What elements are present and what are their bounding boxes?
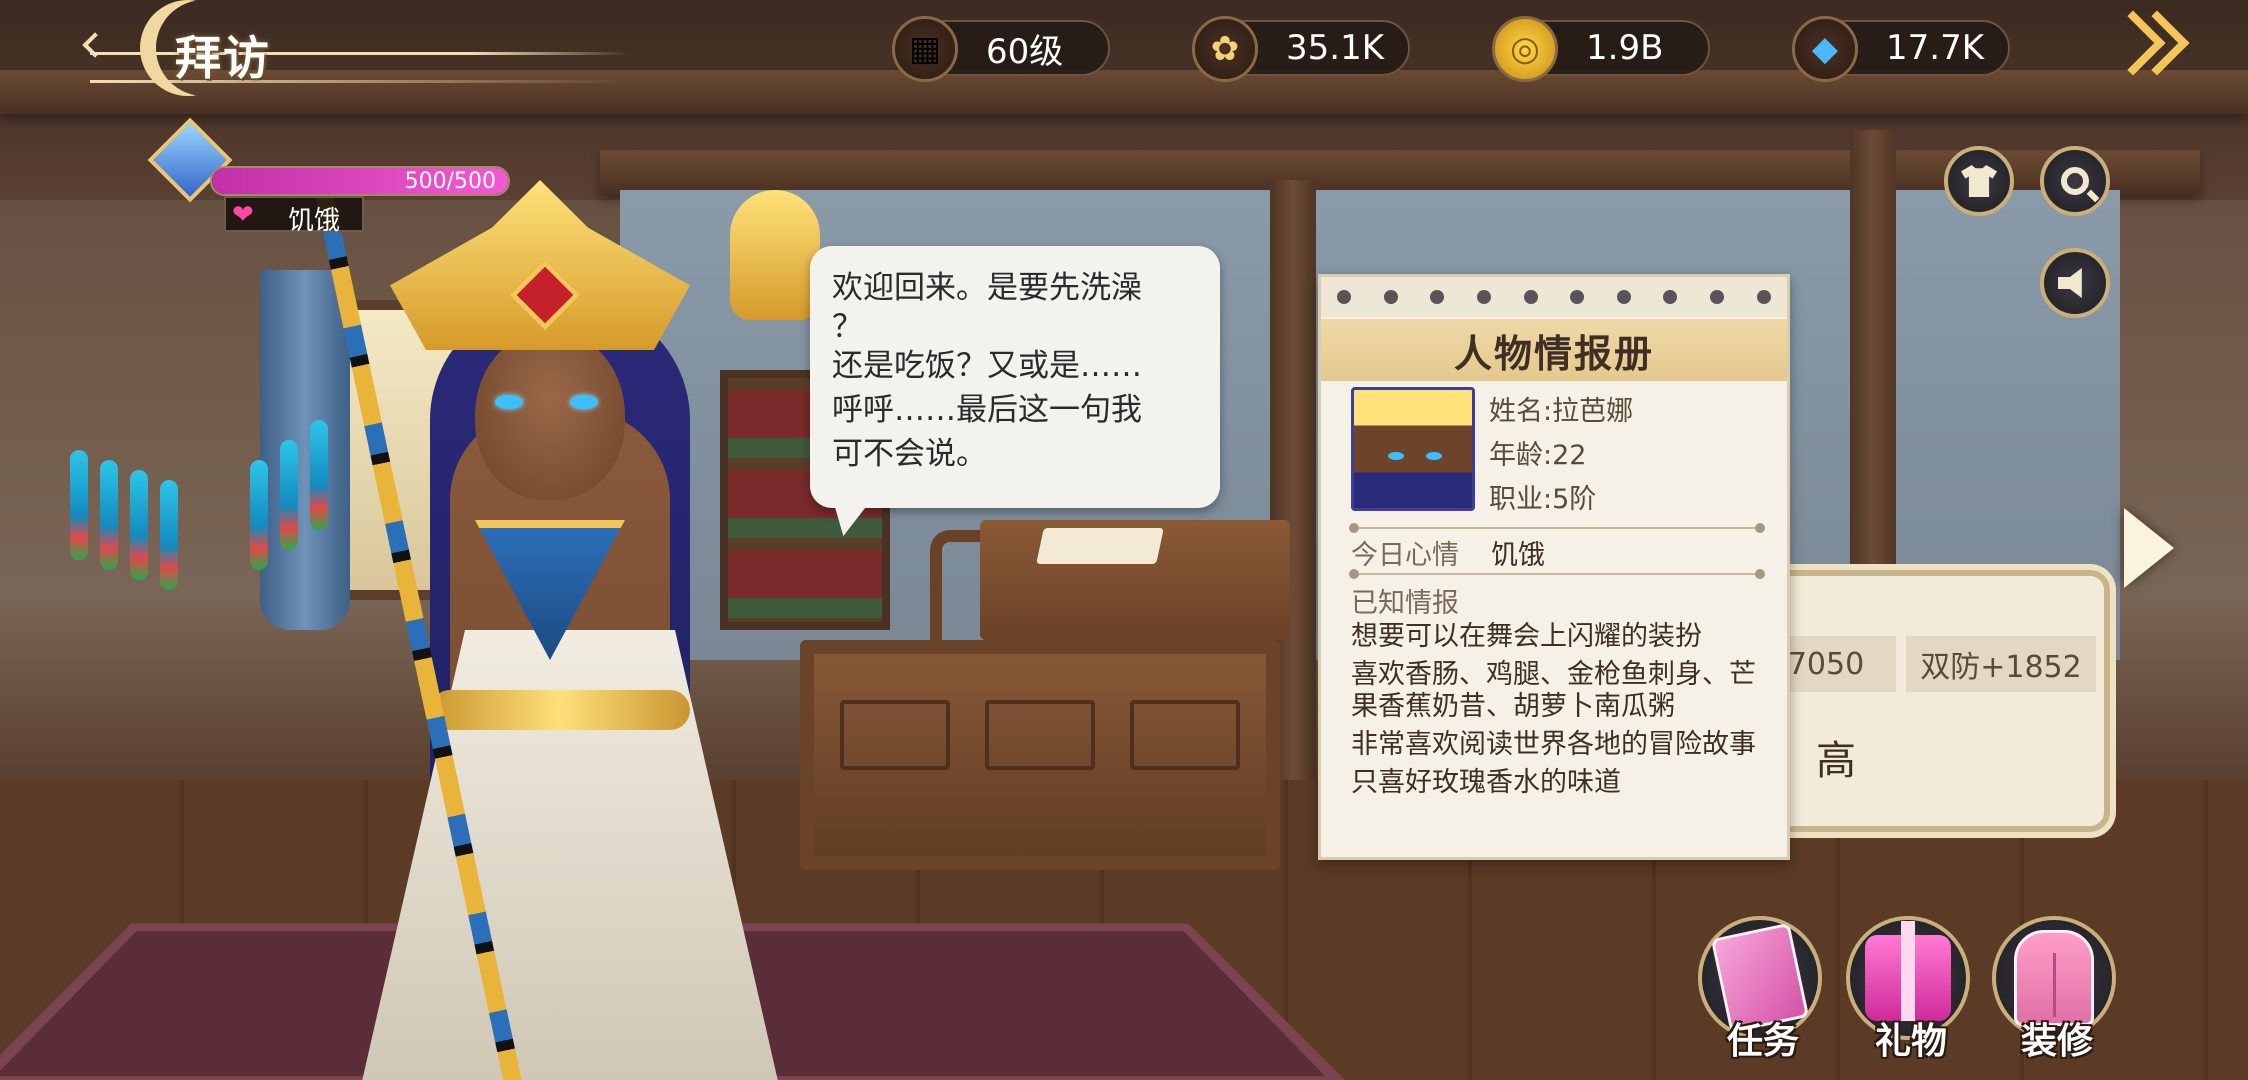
resource-value: 1.9B [1586,28,1664,68]
feather-icon [160,480,178,590]
resource-food[interactable]: ✿ 35.1K [1192,16,1410,82]
gift-button[interactable]: 礼物 [1846,916,1976,1066]
resource-value: 17.7K [1886,28,1984,68]
card-title-bar: 人物情报册 [1321,319,1787,381]
exit-button[interactable] [2100,10,2190,90]
open-book [1036,528,1164,564]
binding-hole [1570,290,1585,304]
binding-hole [1616,290,1631,304]
character-info-card: 人物情报册 姓名:拉芭娜 年龄:22 职业:5阶 今日心情 饥饿 已知情报 想要… [1318,274,1790,860]
next-arrow-icon[interactable] [2124,508,2174,588]
mood-text: 饥饿 [288,206,341,236]
dialogue-line: 可不会说。 [832,436,987,472]
speaker-icon [2058,268,2082,298]
feather-icon [280,440,298,550]
age-field: 年龄:22 [1489,440,1587,471]
outfit-button[interactable] [1944,146,2014,216]
affection-text: 500/500 [404,169,496,194]
resource-level[interactable]: ▦ 60级 [892,16,1110,82]
card-title: 人物情报册 [1453,331,1654,376]
character-illustration[interactable] [300,130,820,1080]
stats-panel: 7050 双防+1852 高 [1756,570,2110,832]
gift-label: 礼物 [1874,1021,1947,1062]
diamond-icon: ◆ [1792,16,1858,82]
cobra-ornament [730,190,820,320]
search-icon [2061,167,2089,195]
known-info-line: 果香蕉奶昔、胡萝卜南瓜粥 [1351,691,1675,722]
known-info-line: 想要可以在舞会上闪耀的装扮 [1351,621,1702,652]
treasure-chest-icon: ▦ [892,16,958,82]
portrait-eye [1388,452,1404,460]
feather-icon [130,470,148,580]
divider [1349,569,1765,579]
heart-icon: ❤ [232,200,254,230]
page-title: 拜访 [175,31,271,85]
resource-gold[interactable]: ◎ 1.9B [1492,16,1710,82]
known-info-line: 只喜好玫瑰香水的味道 [1351,767,1621,798]
search-button[interactable] [2040,146,2110,216]
stat-chip: 双防+1852 [1906,636,2096,692]
speech-bubble[interactable]: 欢迎回来。是要先洗澡 ？ 还是吃饭？又或是…… 呼呼……最后这一句我 可不会说。 [810,246,1220,508]
bed-panel [840,700,950,770]
binding-hole [1756,290,1771,304]
feather-icon [310,420,328,530]
feather-icon [250,460,268,570]
known-info-label: 已知情报 [1351,588,1459,619]
binding-hole [1430,290,1445,304]
bed [800,640,1280,870]
name-field: 姓名:拉芭娜 [1489,396,1634,427]
binding-hole [1710,290,1725,304]
affection-bar: 500/500 [210,166,510,196]
dialogue-line: 还是吃饭？又或是…… [832,348,1142,384]
dialogue-line: 呼呼……最后这一句我 [832,392,1142,428]
bed-panel [1130,700,1240,770]
character-face [475,330,625,500]
card-binding [1321,277,1787,317]
known-info-line: 非常喜欢阅读世界各地的冒险故事 [1351,729,1756,760]
feather-icon [70,450,88,560]
rarity-text: 高 [1816,738,1856,784]
gold-coin-icon: ◎ [1492,16,1558,82]
decorate-button[interactable]: 装修 [1992,916,2122,1066]
feather-icon [100,460,118,570]
job-field: 职业:5阶 [1489,484,1597,515]
character-belt [430,690,690,730]
binding-hole [1523,290,1538,304]
quest-label: 任务 [1726,1021,1799,1062]
gift-box-icon [1865,921,1951,1021]
mood-label: 今日心情 [1351,540,1459,571]
known-info-line: 喜欢香肠、鸡腿、金枪鱼刺身、芒 [1351,659,1756,690]
character-portrait [1351,387,1475,511]
bed-panel [985,700,1095,770]
mood-tag: ❤ 饥饿 [224,196,364,236]
decorate-label: 装修 [2020,1021,2093,1062]
divider [1349,523,1765,533]
ceiling-beam [0,70,2248,114]
binding-hole [1663,290,1678,304]
dialogue-line: 欢迎回来。是要先洗澡 [832,270,1142,306]
resource-value: 60级 [986,31,1064,72]
character-eye [495,395,523,409]
dialogue-line: ？ [832,309,863,345]
staff-ornament [40,60,530,1080]
binding-hole [1477,290,1492,304]
binding-hole [1337,290,1352,304]
resource-diamond[interactable]: ◆ 17.7K [1792,16,2010,82]
outfit-shirt-icon [1961,165,1997,197]
binding-hole [1383,290,1398,304]
character-eye [570,395,598,409]
mood-value: 饥饿 [1491,540,1545,571]
sound-button[interactable] [2040,248,2110,318]
grain-sack-icon: ✿ [1192,16,1258,82]
quest-button[interactable]: 任务 [1698,916,1828,1066]
portrait-eye [1426,452,1442,460]
resource-value: 35.1K [1286,28,1384,68]
